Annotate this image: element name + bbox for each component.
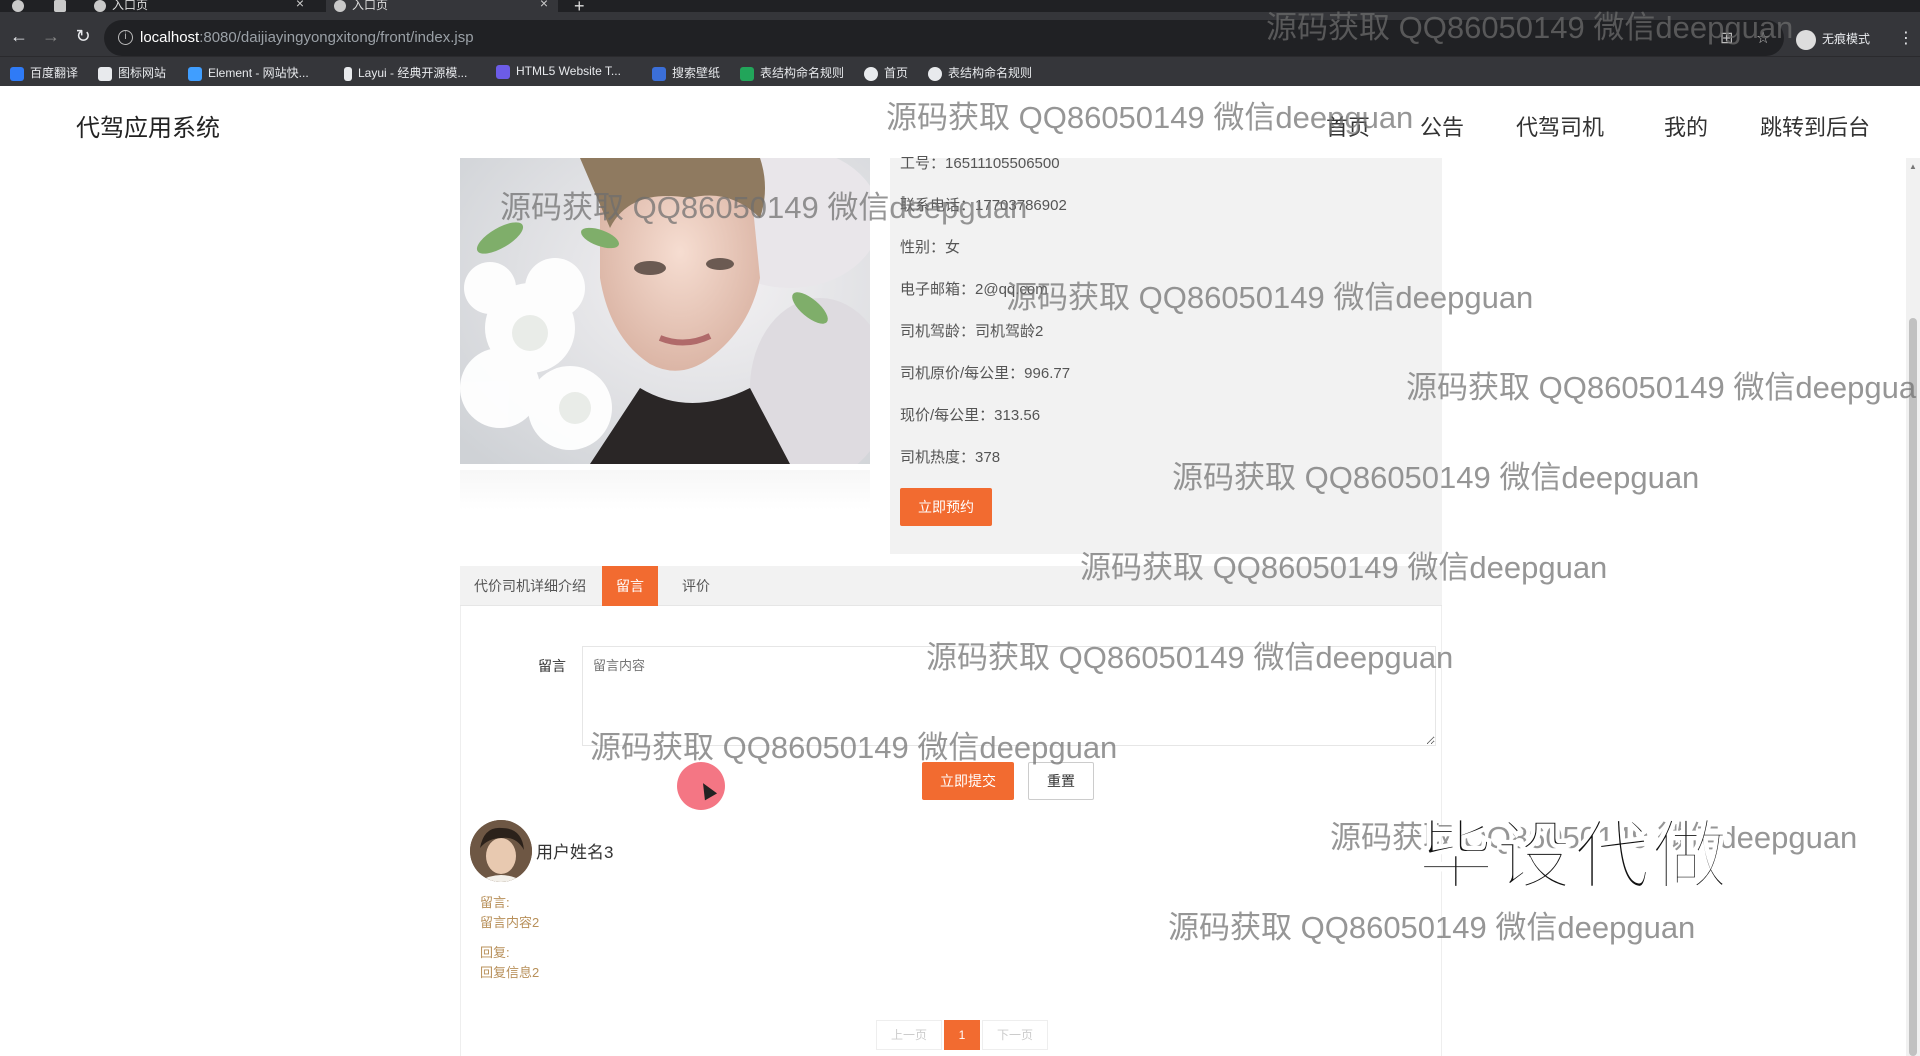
detail-tabs: 代价司机详细介绍 留言 评价 — [460, 566, 1442, 606]
nav-drivers[interactable]: 代驾司机 — [1516, 110, 1604, 142]
globe-icon — [94, 0, 106, 12]
photo-reflection — [460, 470, 870, 510]
incognito-icon — [1796, 30, 1816, 50]
bookmark-favicon — [652, 66, 666, 81]
address-bar[interactable]: i localhost:8080/daijiayingyongxitong/fr… — [104, 20, 1784, 56]
submit-button[interactable]: 立即提交 — [922, 762, 1014, 800]
tab-title: 入口页 — [352, 0, 389, 12]
nav-announcements[interactable]: 公告 — [1420, 110, 1464, 142]
site-info-icon[interactable]: i — [118, 30, 133, 45]
reset-button[interactable]: 重置 — [1028, 762, 1094, 800]
comment-message-label: 留言: — [480, 895, 510, 910]
comment-message-text: 留言内容2 — [480, 915, 540, 930]
bookmarks-bar: 百度翻译 图标网站 Element - 网站快... Layui - 经典开源模… — [0, 56, 1920, 86]
globe-icon — [928, 66, 942, 81]
reload-icon[interactable]: ↻ — [72, 26, 94, 47]
info-employee-id: 工号：16511105506500 — [900, 155, 1060, 172]
browser-tab-strip: 入口页 × 入口页 × + — [0, 0, 1920, 16]
info-current-price: 现价/每公里：313.56 — [900, 407, 1041, 424]
scroll-thumb[interactable] — [1909, 318, 1917, 1056]
tab-title: 入口页 — [112, 0, 149, 12]
info-email: 电子邮箱：2@qq.com — [900, 281, 1048, 298]
bookmark-item[interactable]: Element - 网站快... — [188, 64, 309, 81]
book-now-button[interactable]: 立即预约 — [900, 488, 992, 526]
browser-menu-icon[interactable] — [12, 0, 32, 12]
close-tab-icon[interactable]: × — [296, 0, 304, 10]
globe-icon — [334, 0, 346, 12]
scroll-up-arrow-icon[interactable]: ▲ — [1909, 162, 1917, 171]
info-phone: 联系电话：17703786902 — [900, 197, 1067, 214]
bookmark-favicon — [740, 66, 754, 81]
forward-icon[interactable]: → — [40, 26, 62, 47]
tab-driver-intro[interactable]: 代价司机详细介绍 — [460, 566, 600, 606]
user-avatar-image — [470, 820, 532, 882]
bookmark-item[interactable]: 表结构命名规则 — [928, 64, 1032, 81]
info-popularity: 司机热度：378 — [900, 449, 1001, 466]
bookmark-item[interactable]: 百度翻译 — [10, 64, 78, 81]
bookmark-favicon — [10, 66, 24, 81]
flag-icon — [98, 66, 112, 81]
globe-icon — [864, 66, 878, 81]
window-icon — [54, 0, 74, 12]
bookmark-item[interactable]: 图标网站 — [98, 64, 166, 81]
watermark: 源码获取 QQ86050149 微信deepgua — [1406, 370, 1917, 405]
prev-page-button[interactable]: 上一页 — [876, 1020, 942, 1050]
browser-tab-2[interactable]: 入口页 × — [326, 0, 558, 12]
close-tab-icon[interactable]: × — [540, 0, 548, 10]
bookmark-favicon — [344, 66, 352, 81]
bookmark-favicon — [188, 66, 202, 81]
bookmark-item[interactable]: 表结构命名规则 — [740, 64, 844, 81]
page-1-button[interactable]: 1 — [944, 1020, 980, 1050]
info-driving-years: 司机驾龄：司机驾龄2 — [900, 323, 1044, 340]
bookmark-item[interactable]: HTML5 Website T... — [496, 64, 621, 79]
bookmark-favicon — [496, 64, 510, 79]
nav-home[interactable]: 首页 — [1326, 110, 1370, 142]
bookmark-star-icon[interactable]: ☆ — [1756, 28, 1770, 48]
page-scrollbar[interactable]: ▲ — [1906, 158, 1920, 1056]
bookmark-item[interactable]: 搜索壁纸 — [652, 64, 720, 81]
message-textarea[interactable] — [582, 646, 1436, 746]
driver-info-panel: 工号：16511105506500 联系电话：17703786902 性别：女 … — [890, 155, 1442, 554]
site-header: 代驾应用系统 首页 公告 代驾司机 我的 跳转到后台 — [0, 86, 1920, 158]
avatar — [470, 820, 532, 882]
site-logo[interactable]: 代驾应用系统 — [76, 108, 220, 143]
tab-reviews[interactable]: 评价 — [668, 566, 724, 606]
info-original-price: 司机原价/每公里：996.77 — [900, 365, 1071, 382]
comment-reply-label: 回复: — [480, 945, 510, 960]
driver-portrait-image — [460, 158, 870, 464]
next-page-button[interactable]: 下一页 — [982, 1020, 1048, 1050]
promo-stamp: 毕设代做 — [1417, 810, 1730, 901]
bookmark-item[interactable]: Layui - 经典开源模... — [344, 64, 467, 81]
tab-messages[interactable]: 留言 — [602, 566, 658, 606]
back-icon[interactable]: ← — [8, 26, 30, 47]
incognito-indicator[interactable]: 无痕模式 — [1796, 30, 1870, 50]
nav-mine[interactable]: 我的 — [1664, 110, 1708, 142]
driver-photo — [460, 158, 870, 464]
nav-admin[interactable]: 跳转到后台 — [1760, 110, 1870, 142]
info-gender: 性别：女 — [900, 239, 961, 256]
browser-tab-1[interactable]: 入口页 × — [92, 0, 314, 12]
url-text[interactable]: localhost:8080/daijiayingyongxitong/fron… — [140, 29, 474, 46]
kebab-menu-icon[interactable]: ⋮ — [1898, 28, 1914, 48]
bookmark-item[interactable]: 首页 — [864, 64, 908, 81]
comment-reply-text: 回复信息2 — [480, 965, 540, 980]
translate-icon[interactable]: ⊞ — [1720, 28, 1733, 48]
message-label: 留言 — [538, 658, 566, 674]
comment-user-name: 用户姓名3 — [536, 843, 614, 862]
